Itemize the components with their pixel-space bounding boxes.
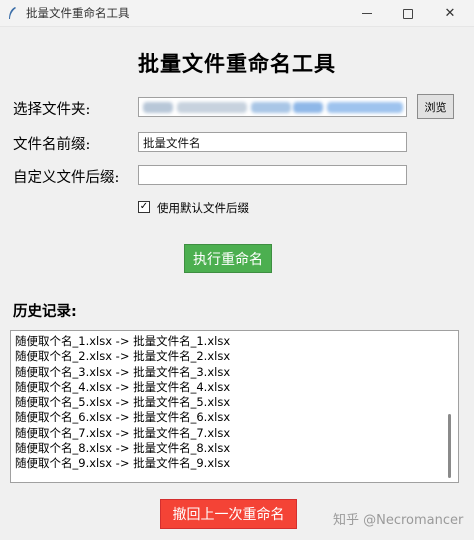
prefix-input[interactable]: 批量文件名 bbox=[138, 132, 407, 152]
history-line: 随便取个名_4.xlsx -> 批量文件名_4.xlsx bbox=[15, 379, 231, 394]
execute-rename-button[interactable]: 执行重命名 bbox=[184, 244, 272, 273]
close-button[interactable]: ✕ bbox=[430, 0, 470, 27]
history-line: 随便取个名_9.xlsx -> 批量文件名_9.xlsx bbox=[15, 456, 231, 471]
maximize-button[interactable] bbox=[388, 0, 428, 27]
history-line: 随便取个名_8.xlsx -> 批量文件名_8.xlsx bbox=[15, 441, 231, 456]
check-icon: ✓ bbox=[139, 201, 149, 212]
history-line: 随便取个名_5.xlsx -> 批量文件名_5.xlsx bbox=[15, 395, 231, 410]
redacted-path bbox=[143, 102, 403, 113]
folder-label: 选择文件夹: bbox=[13, 102, 91, 118]
watermark: 知乎 @Necromancer bbox=[333, 513, 464, 528]
history-label: 历史记录: bbox=[13, 304, 77, 320]
browse-button[interactable]: 浏览 bbox=[417, 94, 454, 119]
title-bar: 批量文件重命名工具 ✕ bbox=[0, 0, 474, 27]
minimize-button[interactable] bbox=[347, 0, 387, 27]
default-suffix-label: 使用默认文件后缀 bbox=[157, 201, 249, 215]
window-title: 批量文件重命名工具 bbox=[26, 6, 130, 20]
history-line: 随便取个名_1.xlsx -> 批量文件名_1.xlsx bbox=[15, 334, 231, 348]
page-title: 批量文件重命名工具 bbox=[138, 52, 336, 76]
suffix-label: 自定义文件后缀: bbox=[13, 170, 120, 186]
history-line: 随便取个名_7.xlsx -> 批量文件名_7.xlsx bbox=[15, 425, 231, 440]
suffix-input[interactable] bbox=[138, 165, 407, 185]
minimize-icon bbox=[362, 13, 372, 14]
history-textbox[interactable]: 随便取个名_1.xlsx -> 批量文件名_1.xlsx 随便取个名_2.xls… bbox=[10, 330, 459, 483]
history-line: 随便取个名_2.xlsx -> 批量文件名_2.xlsx bbox=[15, 349, 231, 364]
history-line: 随便取个名_6.xlsx -> 批量文件名_6.xlsx bbox=[15, 410, 231, 425]
history-list: 随便取个名_1.xlsx -> 批量文件名_1.xlsx 随便取个名_2.xls… bbox=[15, 334, 230, 472]
scrollbar-thumb[interactable] bbox=[448, 414, 451, 478]
default-suffix-checkbox[interactable]: ✓ bbox=[138, 201, 150, 213]
maximize-icon bbox=[403, 8, 413, 19]
history-scrollbar[interactable] bbox=[443, 332, 457, 481]
feather-icon bbox=[9, 7, 16, 19]
history-line: 随便取个名_3.xlsx -> 批量文件名_3.xlsx bbox=[15, 364, 231, 379]
folder-path-input[interactable] bbox=[138, 97, 407, 117]
prefix-label: 文件名前缀: bbox=[13, 137, 91, 153]
undo-rename-button[interactable]: 撤回上一次重命名 bbox=[160, 499, 297, 529]
close-icon: ✕ bbox=[444, 6, 456, 21]
